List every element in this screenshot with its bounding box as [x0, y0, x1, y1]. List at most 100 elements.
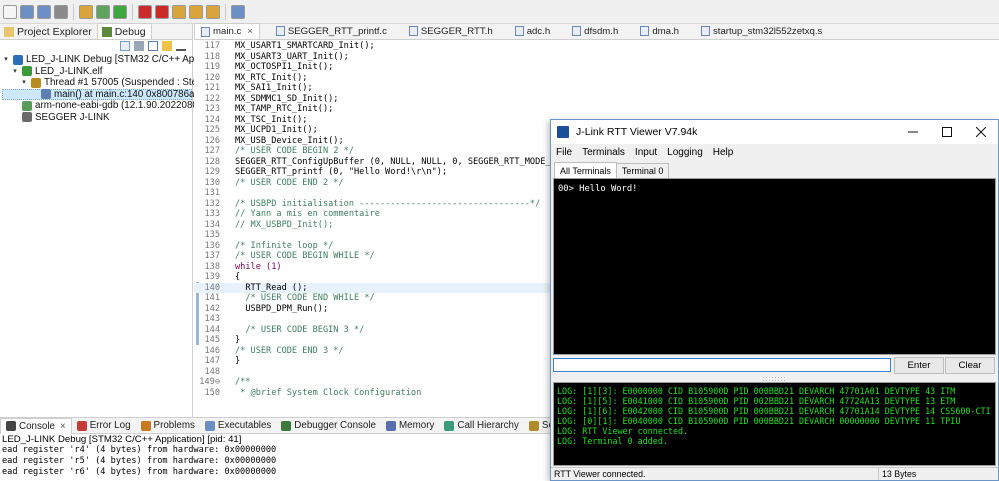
maximize-button[interactable]: [930, 120, 964, 144]
tree-item[interactable]: ▾ Thread #1 57005 (Suspended : Step): [2, 77, 206, 89]
close-tab-icon[interactable]: ×: [60, 421, 66, 432]
tree-item[interactable]: main() at main.c:140 0x800786a: [2, 88, 195, 100]
run-icon[interactable]: [113, 4, 127, 19]
menu-input[interactable]: Input: [635, 147, 657, 158]
build-icon[interactable]: [79, 4, 93, 19]
console-tab[interactable]: Executables: [200, 418, 276, 434]
menu-file[interactable]: File: [556, 147, 572, 158]
line-number: 134: [204, 219, 220, 230]
line-number: 149⊖: [199, 377, 220, 387]
clear-button[interactable]: Clear: [945, 357, 995, 374]
tab-project-explorer[interactable]: Project Explorer: [0, 23, 97, 39]
line-number: 145: [204, 335, 220, 345]
terminal-text: 00> Hello Word!: [558, 184, 638, 194]
editor-tab[interactable]: dma.h: [634, 23, 685, 39]
code-text: // Yann a mis en commentaire: [235, 209, 380, 219]
expand-arrow-icon[interactable]: ▾: [2, 54, 10, 66]
minimize-button[interactable]: [896, 120, 930, 144]
view-menu-icon[interactable]: [176, 41, 186, 51]
code-line: 119 MX_OCTOSPI1_Init();: [194, 62, 999, 73]
menu-logging[interactable]: Logging: [667, 147, 703, 158]
search-icon[interactable]: [231, 4, 245, 19]
code-text: MX_UCPD1_Init();: [235, 125, 318, 135]
rtt-log-output[interactable]: LOG: [1][3]: E0000000 CID B105900D PID 0…: [553, 382, 996, 466]
tab-debug[interactable]: Debug: [96, 23, 152, 39]
console-tab[interactable]: Console ×: [0, 417, 72, 434]
code-text: MX_TSC_Init();: [235, 114, 308, 125]
code-text: /* USER CODE BEGIN 2 */: [235, 146, 354, 156]
editor-tab[interactable]: main.c ×: [194, 23, 260, 39]
line-number: 124: [204, 114, 220, 125]
log-line: LOG: RTT Viewer connected.: [557, 426, 689, 436]
enter-button[interactable]: Enter: [894, 357, 944, 374]
rtt-tab[interactable]: Terminal 0: [615, 163, 670, 178]
tree-item[interactable]: ▾ LED_J-LINK Debug [STM32 C/C++ Applicati…: [2, 54, 233, 66]
bytes-count: 13 Bytes: [878, 468, 916, 480]
print-icon[interactable]: [54, 4, 68, 19]
menu-help[interactable]: Help: [713, 147, 734, 158]
tree-item[interactable]: SEGGER J-LINK: [2, 112, 192, 124]
expand-arrow-icon[interactable]: ▾: [11, 66, 19, 78]
line-number: 133: [204, 209, 220, 219]
rtt-input-field[interactable]: [553, 358, 891, 372]
tree-item[interactable]: ▾ LED_J-LINK.elf: [2, 66, 192, 78]
line-number: 135: [204, 230, 220, 240]
line-number: 136: [204, 240, 220, 251]
c-file-icon: [275, 26, 285, 36]
console-icon: [6, 421, 16, 431]
save-icon[interactable]: [20, 4, 34, 19]
code-text: /* Infinite loop */: [235, 240, 334, 251]
debug-icon[interactable]: [96, 4, 110, 19]
code-text: MX_TAMP_RTC_Init();: [235, 104, 334, 114]
rtt-status-bar: RTT Viewer connected. 13 Bytes: [551, 467, 998, 480]
log-line: LOG: [0][1]: E0040000 CID B105900D PID 0…: [557, 416, 961, 426]
disconnect-icon[interactable]: [155, 4, 169, 19]
editor-tab[interactable]: adc.h: [509, 23, 556, 39]
menu-terminals[interactable]: Terminals: [582, 147, 625, 158]
close-tab-icon[interactable]: ×: [247, 26, 253, 37]
c-file-icon: [514, 26, 524, 36]
console-tab[interactable]: Memory: [381, 418, 439, 434]
stack-frame-icon: [41, 89, 51, 100]
save-all-icon[interactable]: [37, 4, 51, 19]
code-text: }: [235, 356, 241, 366]
code-text: MX_USB_Device_Init();: [235, 135, 344, 146]
c-file-icon: [201, 26, 210, 37]
editor-tab[interactable]: SEGGER_RTT.h: [403, 23, 499, 39]
tree-item[interactable]: arm-none-eabi-gdb (12.1.90.20220802): [2, 100, 207, 112]
minimize-icon: [908, 131, 918, 133]
main-toolbar: [0, 0, 999, 24]
console-tab[interactable]: Debugger Console: [276, 418, 381, 434]
new-icon[interactable]: [3, 4, 17, 19]
editor-tab-label: adc.h: [526, 25, 551, 37]
rtt-title-bar[interactable]: J-Link RTT Viewer V7.94k: [551, 120, 998, 144]
console-tab[interactable]: Problems: [136, 418, 200, 434]
step-into-icon[interactable]: [172, 4, 186, 19]
rtt-tab[interactable]: All Terminals: [554, 162, 617, 178]
stop-icon[interactable]: [138, 4, 152, 19]
collapse-all-icon[interactable]: [120, 41, 130, 51]
editor-tab[interactable]: dfsdm.h: [566, 23, 624, 39]
console-line: ead register 'r6' (4 bytes) from hardwar…: [2, 467, 277, 477]
line-number: 127: [204, 146, 220, 156]
tree-item-label: LED_J-LINK.elf: [35, 65, 103, 77]
console-output[interactable]: LED_J-LINK Debug [STM32 C/C++ Applicatio…: [0, 434, 550, 481]
expand-arrow-icon[interactable]: ▾: [20, 77, 28, 89]
line-number: 128: [204, 156, 220, 167]
editor-tab[interactable]: startup_stm32l552zetxq.s: [695, 23, 828, 39]
step-over-icon[interactable]: [189, 4, 203, 19]
step-mode-icon[interactable]: [162, 41, 172, 51]
remove-terminated-icon[interactable]: [134, 41, 144, 51]
close-button[interactable]: [964, 120, 998, 144]
rtt-terminal-output[interactable]: 00> Hello Word!: [553, 178, 996, 355]
step-return-icon[interactable]: [206, 4, 220, 19]
console-tab[interactable]: Call Hierarchy: [439, 418, 524, 434]
editor-tab-label: dma.h: [652, 25, 679, 37]
line-number: 131: [204, 188, 220, 198]
code-text: /* USER CODE BEGIN WHILE */: [235, 251, 375, 261]
tab-label: Debug: [114, 26, 146, 38]
editor-tab[interactable]: SEGGER_RTT_printf.c: [270, 23, 393, 39]
link-icon[interactable]: [148, 41, 158, 51]
call-hierarchy-icon: [444, 420, 455, 431]
console-tab[interactable]: Error Log: [72, 418, 136, 434]
